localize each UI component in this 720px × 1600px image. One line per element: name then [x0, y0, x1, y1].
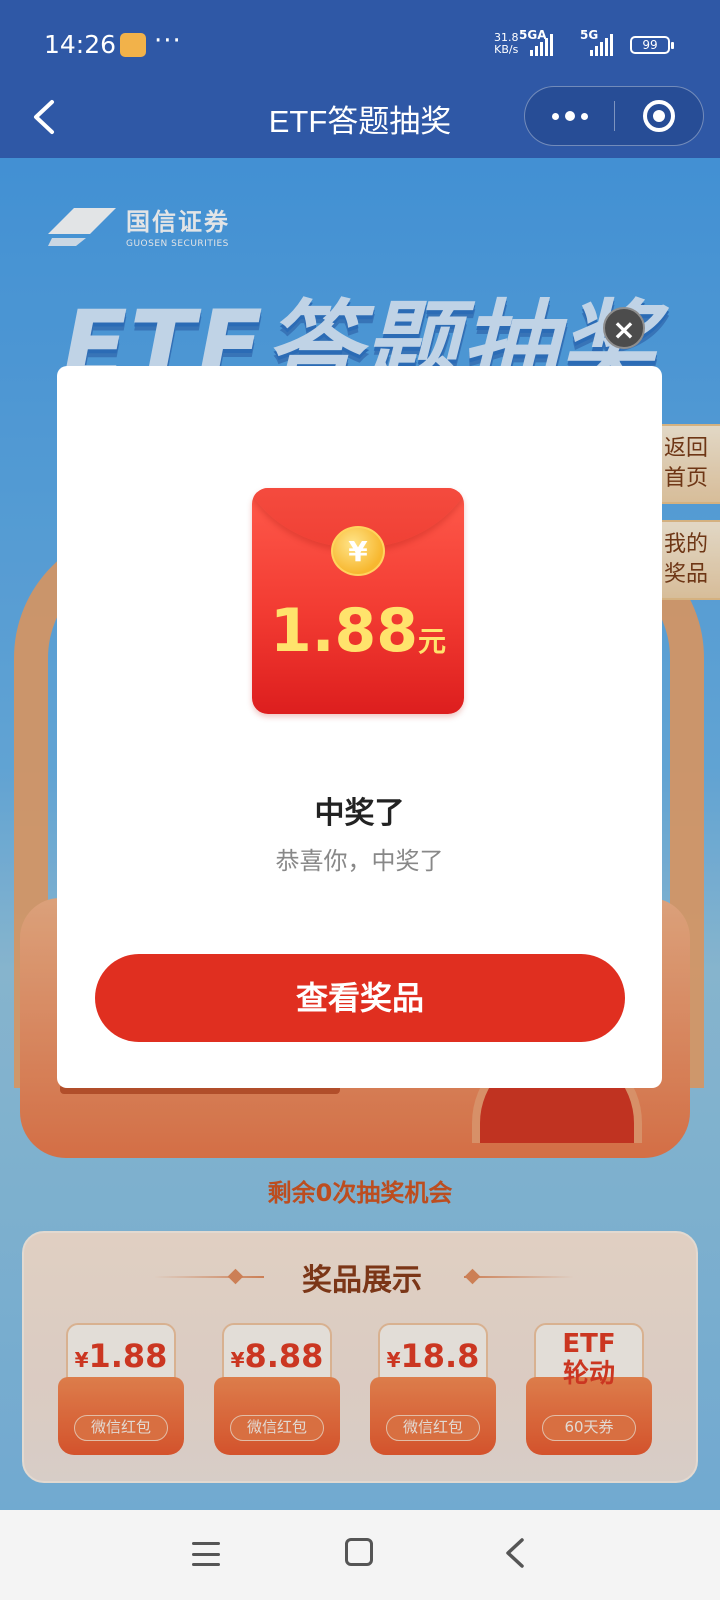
signal-1-icon	[530, 32, 553, 56]
dialog-title: 中奖了	[314, 796, 405, 831]
back-triangle-icon[interactable]	[500, 1536, 530, 1570]
more-dots-icon[interactable]	[525, 87, 615, 145]
menu-icon[interactable]	[192, 1542, 220, 1566]
win-dialog: ¥ 1.88元 中奖了 恭喜你，中奖了 查看奖品	[57, 366, 662, 1088]
status-time: 14:26	[44, 30, 117, 59]
dialog-subtitle: 恭喜你，中奖了	[275, 847, 444, 875]
system-navigation-bar	[0, 1510, 720, 1600]
battery-icon: 99	[630, 36, 674, 54]
status-bar: 14:26 ··· 31.8 KB/s 5GA 5G 99	[0, 0, 720, 90]
navigation-bar: ETF答题抽奖	[0, 80, 720, 158]
status-more-indicator: ···	[154, 26, 182, 56]
prize-amount: 1.88元	[269, 596, 447, 666]
miniprogram-capsule	[524, 86, 704, 146]
target-circle-icon[interactable]	[615, 87, 705, 145]
view-prize-button[interactable]: 查看奖品	[95, 954, 625, 1042]
app-notification-icon	[120, 33, 146, 57]
red-envelope: ¥ 1.88元	[252, 488, 464, 714]
network-speed-unit: KB/s	[494, 43, 519, 56]
home-square-icon[interactable]	[345, 1538, 373, 1566]
signal-2-icon	[590, 32, 613, 56]
coin-icon: ¥	[331, 526, 385, 576]
network-speed: 31.8 KB/s	[494, 32, 519, 56]
battery-level: 99	[642, 38, 658, 52]
close-icon[interactable]: ×	[603, 307, 645, 349]
